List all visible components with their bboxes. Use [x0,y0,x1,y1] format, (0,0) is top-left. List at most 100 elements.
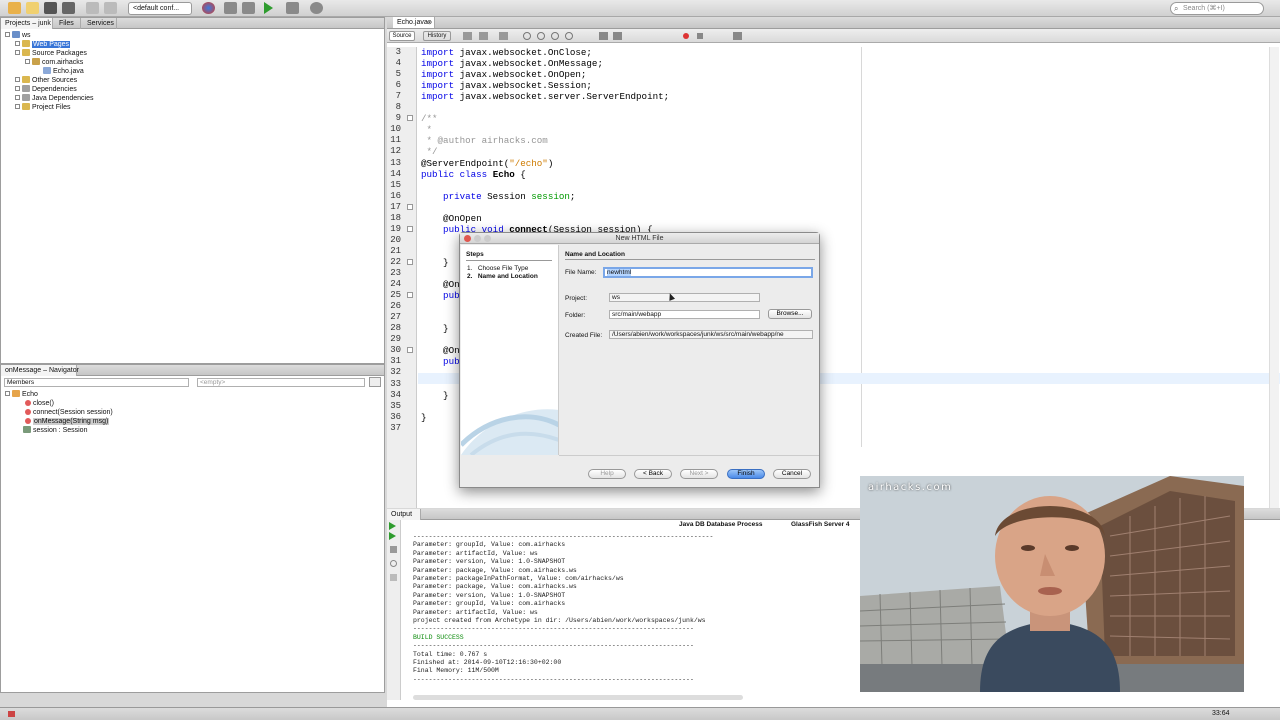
code-line[interactable]: @On [421,345,460,356]
collapse-icon[interactable] [15,50,20,55]
tree-item-source-packages[interactable]: Source Packages [15,49,87,58]
collapse-icon[interactable] [25,59,30,64]
code-fold-icon[interactable] [407,225,413,232]
last-edit-icon[interactable] [463,32,472,40]
expand-icon[interactable] [15,86,20,91]
find-prev-icon[interactable] [537,32,545,40]
tree-item-project-files[interactable]: Project Files [15,103,71,112]
rerun-icon[interactable] [389,522,396,530]
code-fold-icon[interactable] [407,258,413,265]
save-all-icon[interactable] [62,2,75,14]
history-tab[interactable]: History [423,31,451,41]
code-line[interactable]: * @author airhacks.com [421,135,548,146]
member-onmessage[interactable]: onMessage(String msg) [25,417,110,426]
expand-icon[interactable] [15,104,20,109]
code-line[interactable]: } [421,323,449,334]
new-file-icon[interactable] [26,2,39,14]
code-line[interactable]: @OnOpen [421,213,482,224]
tab-files[interactable]: Files [55,18,81,29]
macro-stop-icon[interactable] [697,33,703,39]
collapse-icon[interactable] [5,391,10,396]
code-fold-icon[interactable] [407,292,413,299]
code-line[interactable]: } [421,257,449,268]
redo-icon[interactable] [104,2,117,14]
tree-item-dependencies[interactable]: Dependencies [15,85,77,94]
back-button[interactable]: < Back [634,469,672,479]
collapse-icon[interactable] [5,32,10,37]
tree-item-echo-java[interactable]: Echo.java [43,67,84,76]
new-project-icon[interactable] [8,2,21,14]
tab-navigator[interactable]: onMessage – Navigator [1,365,79,376]
comment-icon[interactable] [733,32,742,40]
run-icon[interactable] [264,2,273,14]
code-line[interactable]: import javax.websocket.Session; [421,80,592,91]
code-line[interactable]: import javax.websocket.OnMessage; [421,58,603,69]
minimize-window-icon[interactable] [474,235,481,242]
shift-left-icon[interactable] [599,32,608,40]
forward-icon[interactable] [499,32,508,40]
undo-icon[interactable] [86,2,99,14]
build-icon[interactable] [224,2,237,14]
tab-projects[interactable]: Projects – junk [1,18,53,29]
browser-icon[interactable] [202,2,215,14]
zoom-window-icon[interactable] [484,235,491,242]
rerun-goals-icon[interactable] [389,532,396,540]
code-line[interactable]: } [421,412,427,423]
stop-icon[interactable] [390,546,397,553]
member-session[interactable]: session : Session [23,426,87,435]
code-line[interactable]: @On [421,279,460,290]
browse-button[interactable]: Browse... [768,309,812,319]
file-name-input[interactable]: newhtml [603,267,813,278]
code-line[interactable]: /** [421,113,438,124]
find-icon[interactable] [523,32,531,40]
tab-java-db[interactable]: Java DB Database Process [679,521,762,528]
expand-icon[interactable] [15,95,20,100]
code-line[interactable]: */ [421,146,438,157]
output-hscrollbar[interactable] [413,695,743,700]
toggle-highlight-icon[interactable] [565,32,573,40]
code-line[interactable]: private Session session; [421,191,575,202]
tree-item-package[interactable]: com.airhacks [25,58,83,67]
close-window-icon[interactable] [464,235,471,242]
find-next-icon[interactable] [551,32,559,40]
code-line[interactable]: pub [421,290,460,301]
code-line[interactable]: } [421,390,449,401]
profile-icon[interactable] [310,2,323,14]
code-line[interactable]: pub [421,356,460,367]
code-fold-icon[interactable] [407,115,413,122]
tab-output[interactable]: Output [387,509,421,520]
clean-build-icon[interactable] [242,2,255,14]
tab-services[interactable]: Services [83,18,117,29]
expand-icon[interactable] [15,77,20,82]
settings-icon[interactable] [390,560,397,567]
config-select[interactable]: <default conf... [128,2,192,15]
help-button[interactable]: Help [588,469,626,479]
clear-icon[interactable] [390,574,397,581]
next-button[interactable]: Next > [680,469,718,479]
scrollbar[interactable] [1269,47,1279,508]
tab-glassfish[interactable]: GlassFish Server 4 [791,521,850,528]
member-connect[interactable]: connect(Session session) [25,408,113,417]
code-line[interactable]: import javax.websocket.OnClose; [421,47,592,58]
tree-item-echo-class[interactable]: Echo [5,390,38,399]
open-project-icon[interactable] [44,2,57,14]
tree-item-ws[interactable]: ws [5,31,31,40]
shift-right-icon[interactable] [613,32,622,40]
notifications-icon[interactable] [8,711,15,717]
code-fold-icon[interactable] [407,347,413,354]
code-fold-icon[interactable] [407,203,413,210]
code-line[interactable]: public class Echo { [421,169,526,180]
debug-icon[interactable] [286,2,299,14]
empty-select[interactable]: <empty> [197,378,365,387]
code-line[interactable]: import javax.websocket.OnOpen; [421,69,586,80]
code-line[interactable]: import javax.websocket.server.ServerEndp… [421,91,669,102]
members-select[interactable]: Members [4,378,189,387]
expand-icon[interactable] [15,41,20,46]
navigator-settings-icon[interactable] [369,377,381,387]
macro-record-icon[interactable] [683,33,689,39]
cancel-button[interactable]: Cancel [773,469,811,479]
tree-item-java-dependencies[interactable]: Java Dependencies [15,94,94,103]
code-line[interactable]: * [421,124,433,135]
back-icon[interactable] [479,32,488,40]
close-tab-icon[interactable]: ⊗ [427,19,432,26]
